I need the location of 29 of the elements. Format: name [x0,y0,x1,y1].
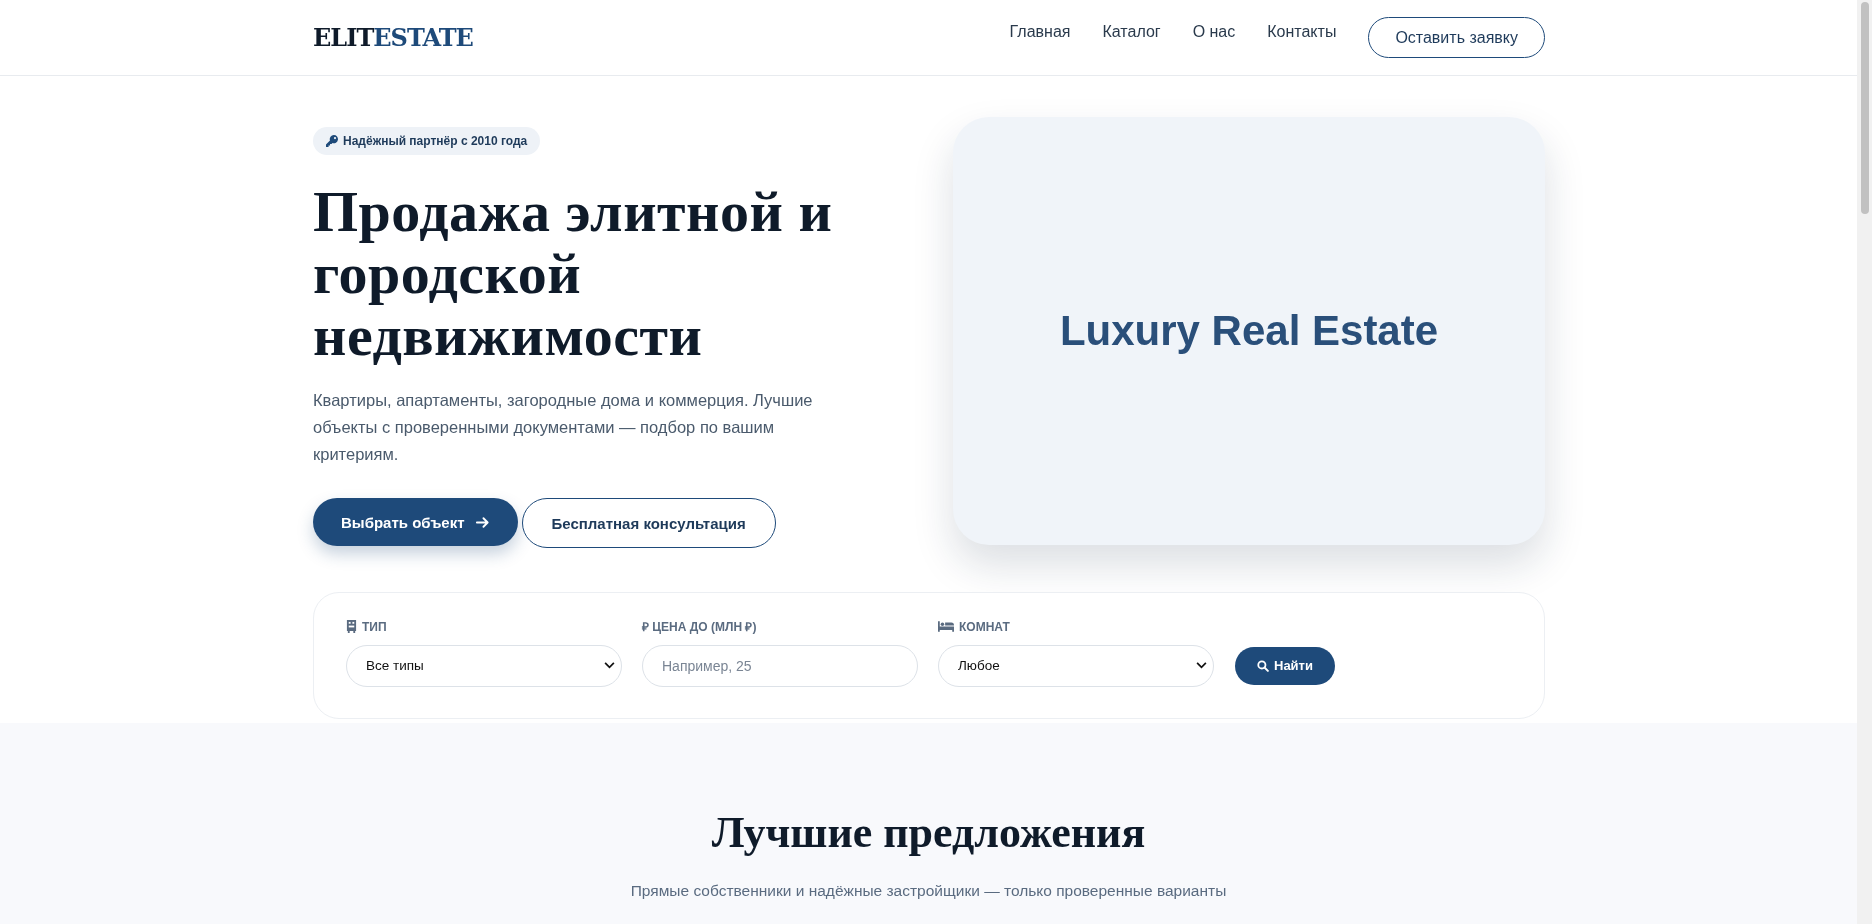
nav-link[interactable]: Каталог [1102,22,1161,41]
choose-object-button[interactable]: Выбрать объект [313,498,518,546]
field-label: КОМНАТ [959,619,1010,634]
search-button[interactable]: Найти [1235,646,1335,685]
bed-icon [938,621,954,632]
arrow-right-icon [474,514,490,530]
chevron-down-icon [604,662,615,669]
badge-text: Надёжный партнёр с 2010 года [343,134,528,148]
logo[interactable]: ELITESTATE [313,23,473,52]
dropdown[interactable]: Любое [938,644,1214,687]
section-title: Лучшие предложения [710,807,1147,858]
nav-link[interactable]: Контакты [1267,22,1337,41]
chevron-down-icon [1196,662,1207,669]
field-label: ТИП [362,619,387,634]
section-subtitle: Прямые собственники и надёжные застройщики — только проверенные варианты [629,882,1228,900]
search-icon [1257,659,1269,672]
image-caption: Luxury Real Estate [1059,307,1439,355]
scrollbar[interactable] [1857,0,1872,924]
nav-link[interactable]: Главная [1009,22,1071,41]
price-input[interactable]: Например, 25 [642,644,918,687]
dropdown[interactable]: Все типы [346,644,622,687]
nav-link[interactable]: О нас [1192,22,1236,41]
hero-description: Квартиры, апартаменты, загородные дома и коммерция. Лучшие объекты с проверенными документами — подбор по вашим критериям. [313,390,814,465]
key-icon [326,135,338,147]
consultation-button[interactable]: Бесплатная консультация [521,498,776,548]
building-icon [346,620,357,633]
field-label: ₽ ЦЕНА ДО (МЛН ₽) [642,619,757,635]
request-button[interactable]: Оставить заявку [1368,17,1545,58]
hero-title: Продажа элитной и городской недвижимости [313,181,834,367]
